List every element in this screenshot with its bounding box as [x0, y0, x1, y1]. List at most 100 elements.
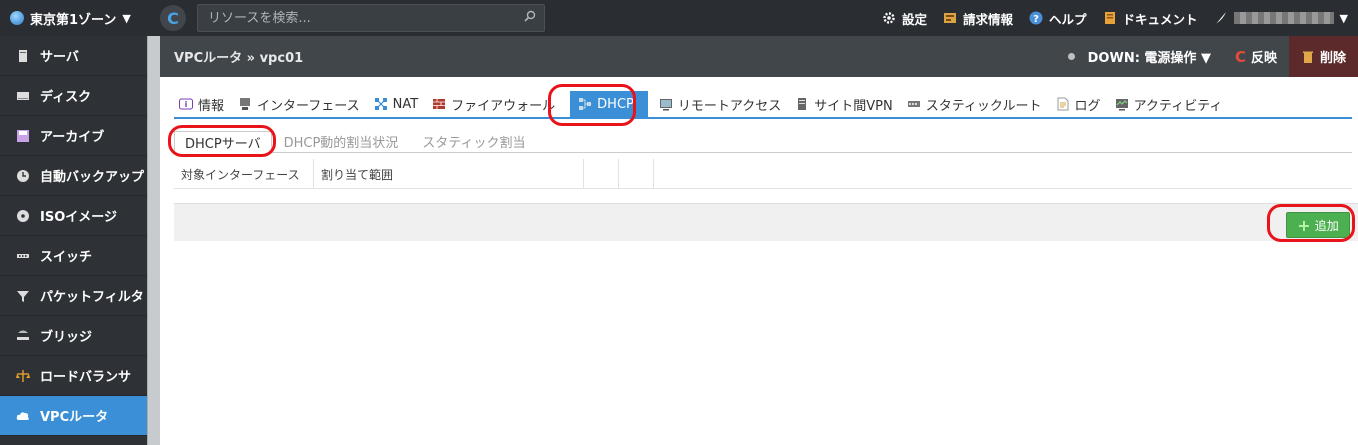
subtab-dhcp-server[interactable]: DHCPサーバ [174, 131, 272, 153]
dhcp-icon [579, 98, 592, 110]
document-icon [1104, 12, 1115, 24]
tab-static-route[interactable]: スタティックルート [902, 91, 1051, 117]
column-header-range[interactable]: 割り当て範囲 [314, 159, 584, 189]
tab-firewall[interactable]: ファイアウォール [427, 91, 564, 117]
chevron-down-icon: ▼ [1339, 11, 1348, 25]
billing-menu[interactable]: 請求情報 [943, 9, 1013, 28]
archive-icon [17, 129, 29, 142]
plus-icon: + [1297, 215, 1311, 235]
subtab-dhcp-lease-status[interactable]: DHCP動的割当状況 [272, 130, 411, 152]
power-status-menu[interactable]: DOWN: 電源操作 ▼ [1056, 36, 1223, 77]
column-header-interface[interactable]: 対象インターフェース [174, 159, 314, 189]
sidebar-item-label: ISOイメージ [40, 210, 117, 225]
add-button[interactable]: + 追加 [1286, 212, 1350, 238]
status-dot-icon [1067, 53, 1075, 60]
tab-label: インターフェース [257, 98, 360, 114]
remote-icon [659, 99, 672, 111]
route-icon [907, 101, 920, 107]
tab-label: NAT [392, 96, 419, 112]
cloud-icon [16, 411, 29, 420]
sidebar-item-archive[interactable]: アーカイブ [0, 116, 147, 156]
zone-label: 東京第1ゾーン [30, 12, 117, 28]
sidebar: サーバ ディスク アーカイブ 自動バックアップ ISOイメージ スイッチ パケッ… [0, 36, 147, 445]
sidebar-item-disk[interactable]: ディスク [0, 76, 147, 116]
column-header-blank [619, 159, 654, 189]
tab-interface[interactable]: インターフェース [233, 91, 369, 117]
sidebar-item-load-balancer[interactable]: ロードバランサ [0, 356, 147, 396]
sidebar-item-iso-image[interactable]: ISOイメージ [0, 196, 147, 236]
column-header-blank [584, 159, 619, 189]
tab-bar: i 情報 インターフェース NAT ファイアウォール DHCP リモートアクセス… [174, 91, 1352, 119]
activity-icon [1115, 99, 1128, 111]
sidebar-item-label: VPCルータ [40, 410, 109, 425]
sidebar-item-server[interactable]: サーバ [0, 36, 147, 76]
sidebar-item-packet-filter[interactable]: パケットフィルタ [0, 276, 147, 316]
delete-label: 削除 [1319, 51, 1346, 66]
user-menu[interactable]: ▼ [1214, 11, 1348, 25]
tab-activity[interactable]: アクティビティ [1110, 91, 1232, 117]
help-icon: ? [1029, 11, 1043, 25]
tab-label: スタティックルート [925, 98, 1042, 114]
power-status-label: DOWN: 電源操作 ▼ [1087, 51, 1211, 66]
subtab-static-assignment[interactable]: スタティック割当 [410, 130, 537, 152]
tab-label: アクティビティ [1133, 98, 1223, 114]
table-footer: + 追加 [174, 203, 1358, 241]
sidebar-item-bridge[interactable]: ブリッジ [0, 316, 147, 356]
tab-label: リモートアクセス [677, 98, 782, 114]
subtab-bar: DHCPサーバ DHCP動的割当状況 スタティック割当 [174, 129, 1352, 153]
tab-info[interactable]: i 情報 [174, 91, 233, 117]
server-icon [19, 49, 27, 62]
clock-icon [17, 169, 29, 182]
tab-label: ファイアウォール [451, 98, 556, 114]
docs-menu[interactable]: ドキュメント [1103, 9, 1198, 28]
delete-button[interactable]: 削除 [1288, 36, 1358, 77]
tab-dhcp[interactable]: DHCP [570, 91, 648, 117]
sidebar-item-label: サーバ [40, 50, 79, 65]
help-menu[interactable]: ? ヘルプ [1029, 9, 1087, 28]
filter-icon [17, 290, 29, 302]
tab-nat[interactable]: NAT [369, 91, 428, 117]
log-icon [1057, 97, 1069, 111]
table-header: 対象インターフェース 割り当て範囲 [174, 159, 1352, 189]
settings-menu[interactable]: 設定 [882, 9, 927, 28]
sidebar-item-vpc-router[interactable]: VPCルータ [0, 396, 147, 436]
cd-icon [17, 209, 29, 222]
sidebar-item-label: ディスク [40, 90, 92, 105]
tab-label: サイト間VPN [814, 98, 893, 114]
sidebar-item-label: ロードバランサ [40, 370, 132, 385]
sidebar-item-switch[interactable]: スイッチ [0, 236, 147, 276]
sidebar-item-label: アーカイブ [40, 130, 105, 145]
globe-icon [10, 11, 24, 25]
sidebar-item-auto-backup[interactable]: 自動バックアップ [0, 156, 147, 196]
trash-icon [1302, 51, 1313, 63]
search-icon[interactable] [524, 10, 536, 22]
tab-site-vpn[interactable]: サイト間VPN [790, 91, 901, 117]
balance-icon [16, 369, 30, 382]
tab-remote-access[interactable]: リモートアクセス [654, 91, 790, 117]
search-input[interactable] [197, 4, 545, 32]
chevron-down-icon: ▼ [122, 11, 131, 25]
billing-label: 請求情報 [962, 11, 1013, 27]
docs-label: ドキュメント [1122, 11, 1198, 27]
disk-icon [17, 91, 29, 100]
vpn-icon [798, 98, 807, 110]
switch-icon [17, 253, 29, 258]
zone-selector[interactable]: 東京第1ゾーン ▼ [10, 0, 131, 36]
reload-icon: C [1234, 47, 1246, 66]
tab-label: 情報 [198, 98, 225, 114]
refresh-icon: C [167, 8, 179, 28]
sidebar-item-label: スイッチ [40, 250, 93, 265]
sidebar-scrollbar[interactable] [147, 36, 160, 445]
help-label: ヘルプ [1049, 11, 1087, 27]
gear-icon [883, 12, 895, 24]
refresh-button[interactable]: C [160, 5, 186, 31]
reflect-button[interactable]: C 反映 [1223, 36, 1289, 77]
feather-icon [1215, 12, 1226, 24]
interface-icon [240, 98, 251, 110]
bridge-icon [17, 330, 29, 340]
svg-text:?: ? [1033, 14, 1039, 25]
tab-log[interactable]: ログ [1051, 91, 1110, 117]
content-panel: i 情報 インターフェース NAT ファイアウォール DHCP リモートアクセス… [160, 77, 1358, 445]
add-label: 追加 [1314, 218, 1339, 233]
settings-label: 設定 [901, 11, 927, 27]
